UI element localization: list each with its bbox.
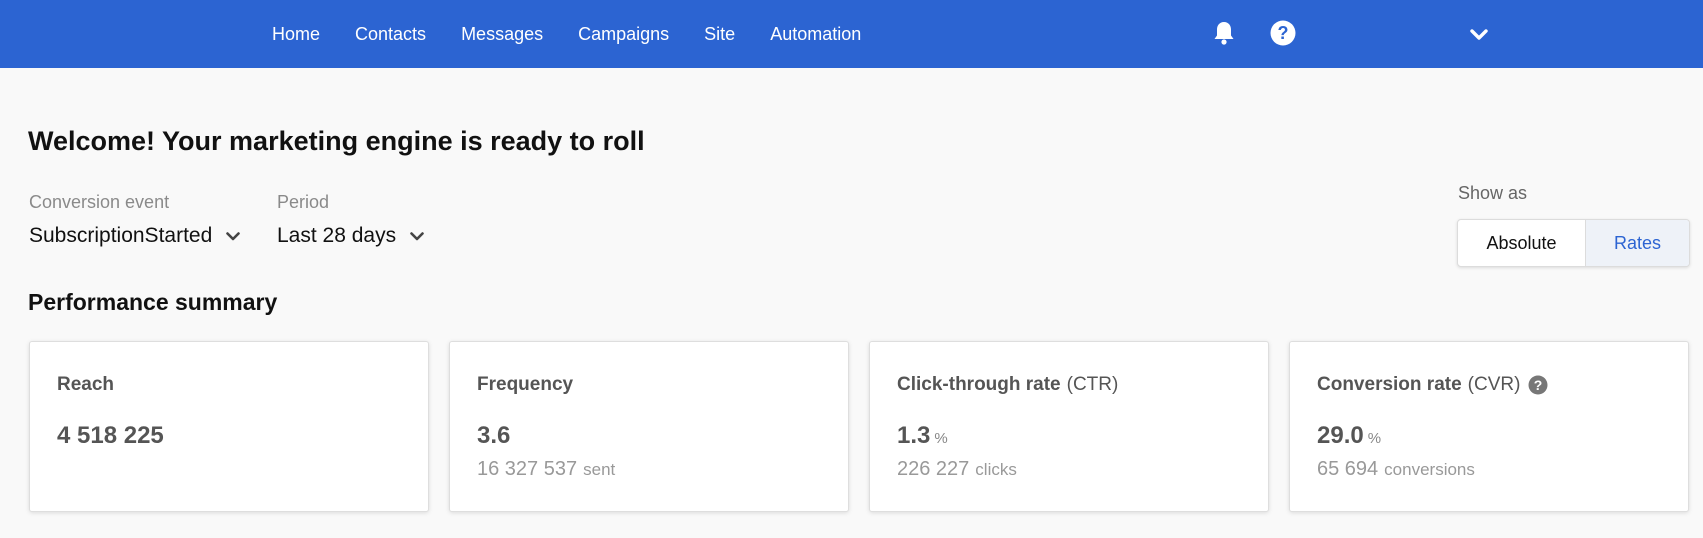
conversion-event-value: SubscriptionStarted <box>29 224 213 247</box>
card-subvalue: 16 327 537 sent <box>477 458 615 481</box>
card-value: 4 518 225 <box>57 422 164 449</box>
nav-site[interactable]: Site <box>704 24 735 45</box>
card-title: Click-through rate <box>897 374 1061 395</box>
conversion-event-dropdown[interactable]: SubscriptionStarted <box>29 224 241 248</box>
card-value-unit: % <box>934 430 948 447</box>
card-value: 1.3% <box>897 422 948 450</box>
card-subvalue-number: 16 327 537 <box>477 458 578 480</box>
question-circle-icon[interactable]: ? <box>1528 375 1548 395</box>
card-subvalue-suffix: clicks <box>975 460 1017 479</box>
card-subvalue-number: 226 227 <box>897 458 970 480</box>
show-as-label: Show as <box>1458 183 1528 203</box>
nav-campaigns[interactable]: Campaigns <box>578 24 669 45</box>
period-dropdown[interactable]: Last 28 days <box>277 224 424 248</box>
card-value: 3.6 <box>477 422 511 449</box>
card-subvalue-suffix: sent <box>583 460 616 479</box>
cvr-card: Conversion rate (CVR) ? 29.0% 65 694 conv… <box>1289 341 1689 512</box>
reach-card: Reach 4 518 225 <box>29 341 429 512</box>
frequency-card: Frequency 3.6 16 327 537 sent <box>449 341 849 512</box>
bell-icon[interactable] <box>1209 18 1239 48</box>
card-subvalue: 65 694 conversions <box>1317 458 1475 481</box>
main-nav: Home Contacts Messages Campaigns Site Au… <box>272 0 861 68</box>
card-value-number: 29.0 <box>1317 422 1364 449</box>
show-as-toggle: Absolute Rates <box>1457 219 1690 267</box>
period-label: Period <box>277 192 330 212</box>
nav-contacts[interactable]: Contacts <box>355 24 426 45</box>
nav-messages[interactable]: Messages <box>461 24 543 45</box>
card-subvalue: 226 227 clicks <box>897 458 1017 481</box>
performance-summary-title: Performance summary <box>28 289 278 315</box>
chevron-down-icon[interactable] <box>1464 20 1494 50</box>
top-navbar: Home Contacts Messages Campaigns Site Au… <box>0 0 1703 68</box>
card-title-abbr: (CTR) <box>1066 374 1119 395</box>
absolute-button[interactable]: Absolute <box>1458 220 1586 266</box>
nav-automation[interactable]: Automation <box>770 24 861 45</box>
page-title: Welcome! Your marketing engine is ready … <box>28 126 645 156</box>
help-icon[interactable]: ? <box>1268 18 1298 48</box>
card-title: Conversion rate <box>1317 374 1462 395</box>
chevron-down-icon <box>410 231 424 240</box>
card-value: 29.0% <box>1317 422 1381 450</box>
period-value: Last 28 days <box>277 224 397 247</box>
svg-text:?: ? <box>1534 377 1543 393</box>
svg-text:?: ? <box>1278 23 1289 43</box>
rates-button[interactable]: Rates <box>1586 220 1689 266</box>
card-value-unit: % <box>1367 430 1382 447</box>
card-value-number: 1.3 <box>897 422 931 449</box>
card-subvalue-suffix: conversions <box>1384 460 1475 479</box>
card-title-abbr: (CVR) <box>1467 374 1521 395</box>
ctr-card: Click-through rate (CTR) 1.3% 226 227 cli… <box>869 341 1269 512</box>
card-subvalue-number: 65 694 <box>1317 458 1379 480</box>
card-title: Frequency <box>477 374 574 395</box>
nav-home[interactable]: Home <box>272 24 320 45</box>
chevron-down-icon <box>226 231 241 240</box>
conversion-event-label: Conversion event <box>29 192 170 212</box>
card-title: Reach <box>57 374 115 395</box>
